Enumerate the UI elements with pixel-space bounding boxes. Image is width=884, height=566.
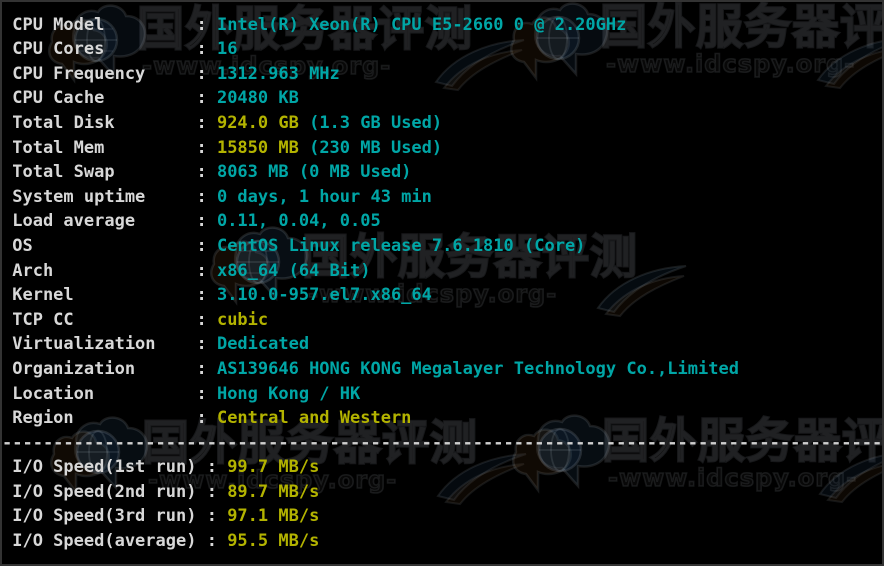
sysinfo-colon: :: [196, 63, 217, 84]
sysinfo-row: System uptime : 0 days, 1 hour 43 min: [2, 185, 882, 210]
iospeed-colon: :: [206, 481, 228, 502]
system-info-block: CPU Model : Intel(R) Xeon(R) CPU E5-2660…: [2, 13, 882, 431]
sysinfo-colon: :: [196, 260, 217, 281]
sysinfo-value: Dedicated: [216, 334, 310, 355]
sysinfo-row: CPU Cores : 16: [2, 37, 882, 62]
sysinfo-value: 15850 MB: [216, 137, 299, 158]
sysinfo-colon: :: [196, 39, 217, 60]
sysinfo-colon: :: [196, 112, 217, 133]
iospeed-colon: :: [206, 531, 228, 552]
sysinfo-label: Region: [2, 408, 197, 429]
iospeed-row: I/O Speed(average) : 95.5 MB/s: [2, 529, 882, 554]
sysinfo-value-extra: (1.3 GB Used): [298, 112, 443, 133]
sysinfo-label: Virtualization: [2, 334, 197, 355]
sysinfo-value: 0.11, 0.04, 0.05: [216, 211, 381, 232]
io-speed-block: I/O Speed(1st run) : 99.7 MB/s I/O Speed…: [2, 455, 882, 553]
sysinfo-colon: :: [196, 334, 217, 355]
iospeed-label: I/O Speed(3rd run): [2, 506, 207, 527]
iospeed-label: I/O Speed(1st run): [2, 457, 207, 478]
sysinfo-colon: :: [196, 408, 217, 429]
sysinfo-value: 8063 MB (0 MB Used): [216, 162, 412, 183]
sysinfo-value: CentOS Linux release 7.6.1810 (Core): [216, 235, 586, 256]
sysinfo-colon: :: [196, 309, 217, 330]
sysinfo-row: CPU Cache : 20480 KB: [2, 86, 882, 111]
sysinfo-label: OS: [2, 235, 197, 256]
sysinfo-row: Total Swap : 8063 MB (0 MB Used): [2, 160, 882, 185]
sysinfo-value: 3.10.0-957.el7.x86_64: [216, 285, 432, 306]
sysinfo-label: CPU Model: [2, 14, 197, 35]
iospeed-value: 89.7 MB/s: [227, 481, 320, 502]
sysinfo-colon: :: [196, 14, 217, 35]
sysinfo-row: Virtualization : Dedicated: [2, 332, 882, 357]
sysinfo-colon: :: [196, 162, 217, 183]
sysinfo-row: Kernel : 3.10.0-957.el7.x86_64: [2, 283, 882, 308]
sysinfo-colon: :: [196, 358, 217, 379]
sysinfo-row: CPU Frequency : 1312.963 MHz: [2, 62, 882, 87]
sysinfo-colon: :: [196, 235, 217, 256]
sysinfo-value: AS139646 HONG KONG Megalayer Technology …: [216, 358, 739, 379]
sysinfo-label: Organization: [2, 358, 197, 379]
sysinfo-row: Organization : AS139646 HONG KONG Megala…: [2, 357, 882, 382]
sysinfo-label: Location: [2, 383, 197, 404]
iospeed-value: 95.5 MB/s: [227, 531, 320, 552]
sysinfo-colon: :: [196, 211, 217, 232]
sysinfo-value: Central and Western: [216, 408, 412, 429]
sysinfo-value: cubic: [216, 309, 269, 330]
sysinfo-value: 16: [216, 39, 238, 60]
sysinfo-label: CPU Frequency: [2, 63, 197, 84]
iospeed-row: I/O Speed(2nd run) : 89.7 MB/s: [2, 480, 882, 505]
sysinfo-row: OS : CentOS Linux release 7.6.1810 (Core…: [2, 234, 882, 259]
sysinfo-label: CPU Cache: [2, 88, 197, 109]
sysinfo-label: System uptime: [2, 186, 197, 207]
sysinfo-value-extra: (230 MB Used): [298, 137, 443, 158]
sysinfo-colon: :: [196, 88, 217, 109]
iospeed-row: I/O Speed(3rd run) : 97.1 MB/s: [2, 504, 882, 529]
sysinfo-value: x86_64 (64 Bit): [216, 260, 371, 281]
sysinfo-row: Total Disk : 924.0 GB (1.3 GB Used): [2, 111, 882, 136]
sysinfo-colon: :: [196, 137, 217, 158]
sysinfo-colon: :: [196, 186, 217, 207]
sysinfo-value: 20480 KB: [216, 88, 299, 109]
sysinfo-label: Total Mem: [2, 137, 197, 158]
sysinfo-label: Total Disk: [2, 112, 197, 133]
iospeed-row: I/O Speed(1st run) : 99.7 MB/s: [2, 455, 882, 480]
sysinfo-row: Region : Central and Western: [2, 406, 882, 431]
separator-rule-top: ----------------------------------------…: [2, 0, 882, 10]
sysinfo-label: Arch: [2, 260, 197, 281]
sysinfo-value: Hong Kong / HK: [216, 383, 361, 404]
iospeed-value: 97.1 MB/s: [227, 506, 320, 527]
sysinfo-label: Total Swap: [2, 162, 197, 183]
separator-rule-bottom: ----------------------------------------…: [2, 555, 882, 566]
iospeed-label: I/O Speed(2nd run): [2, 481, 207, 502]
terminal-window[interactable]: 国外服务器评测 -www.idcspy.org- 国外服务器评测 -www.id…: [0, 0, 884, 566]
sysinfo-row: Load average : 0.11, 0.04, 0.05: [2, 209, 882, 234]
sysinfo-label: CPU Cores: [2, 39, 197, 60]
sysinfo-row: Total Mem : 15850 MB (230 MB Used): [2, 136, 882, 161]
sysinfo-label: Kernel: [2, 285, 197, 306]
sysinfo-row: Location : Hong Kong / HK: [2, 382, 882, 407]
sysinfo-value: 924.0 GB: [216, 112, 299, 133]
iospeed-colon: :: [206, 506, 228, 527]
iospeed-label: I/O Speed(average): [2, 531, 207, 552]
sysinfo-value: 0 days, 1 hour 43 min: [216, 186, 432, 207]
sysinfo-value: Intel(R) Xeon(R) CPU E5-2660 0 @ 2.20GHz: [216, 14, 627, 35]
separator-rule-middle: ----------------------------------------…: [2, 432, 882, 453]
sysinfo-label: Load average: [2, 211, 197, 232]
sysinfo-colon: :: [196, 383, 217, 404]
iospeed-colon: :: [206, 457, 228, 478]
sysinfo-row: TCP CC : cubic: [2, 308, 882, 333]
sysinfo-label: TCP CC: [2, 309, 197, 330]
sysinfo-row: CPU Model : Intel(R) Xeon(R) CPU E5-2660…: [2, 13, 882, 38]
sysinfo-value: 1312.963 MHz: [216, 63, 340, 84]
terminal-output: ----------------------------------------…: [2, 0, 882, 566]
sysinfo-row: Arch : x86_64 (64 Bit): [2, 259, 882, 284]
sysinfo-colon: :: [196, 285, 217, 306]
iospeed-value: 99.7 MB/s: [227, 457, 320, 478]
